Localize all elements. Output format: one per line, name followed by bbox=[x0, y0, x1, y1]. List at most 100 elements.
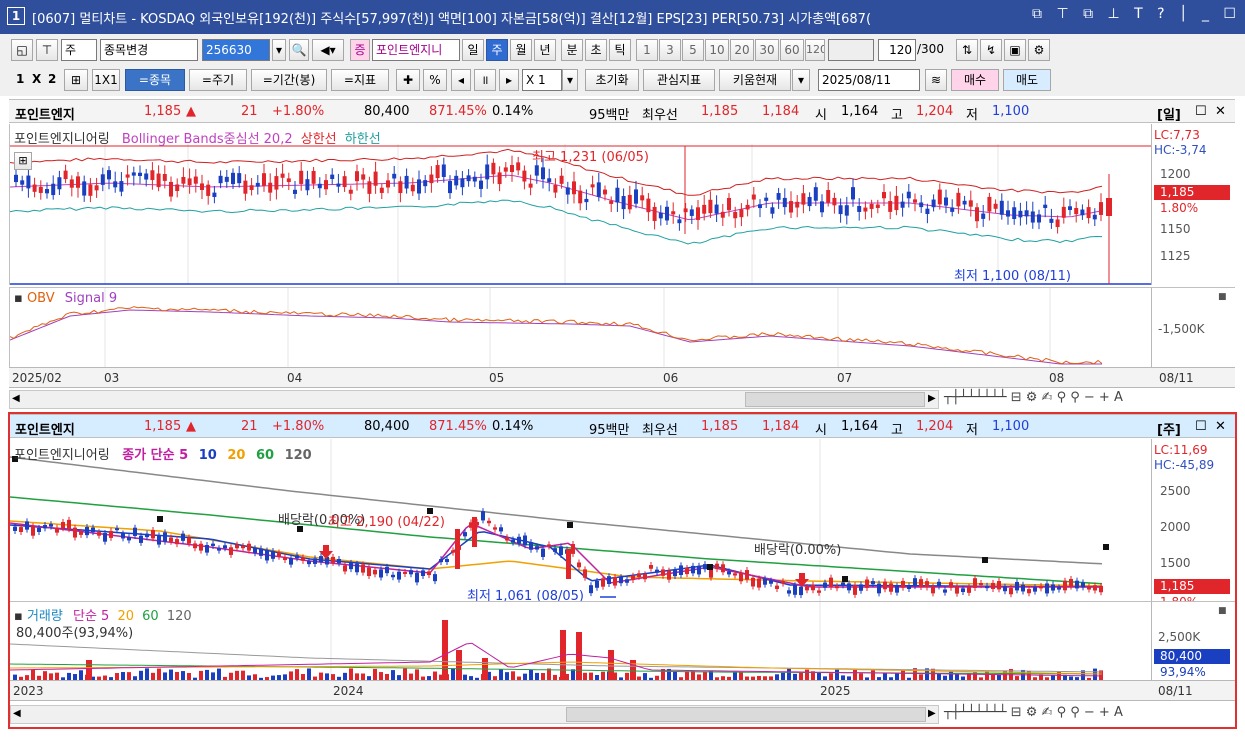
candle-body bbox=[727, 571, 731, 575]
kiwoom-button[interactable]: 키움현재 bbox=[719, 69, 791, 91]
scroll-thumb[interactable] bbox=[745, 392, 925, 407]
stock-sync-button[interactable]: =종목 bbox=[125, 69, 185, 91]
period-minute[interactable]: 분 bbox=[561, 39, 583, 61]
panel1-info-bar: 포인트엔지 1,185 ▲ 21 +1.80% 80,400 871.45% 0… bbox=[9, 99, 1235, 123]
window-controls[interactable]: ⧉ ⊤ ⧉ ⊥ T ? │ _ ☐ ✕ bbox=[1032, 6, 1245, 22]
close-icon[interactable]: ■ bbox=[1218, 292, 1227, 302]
num-5[interactable]: 5 bbox=[682, 39, 704, 61]
period-year[interactable]: 년 bbox=[534, 39, 556, 61]
volume-bar bbox=[535, 672, 539, 680]
sell-button[interactable]: 매도 bbox=[1003, 69, 1051, 91]
period-sync-button[interactable]: =주기 bbox=[189, 69, 247, 91]
calc-icon[interactable]: ≋ bbox=[925, 69, 947, 91]
zoom-tools-1[interactable]: ┬┼┴┴┴┴┴┴ ⊟ ⚙ ✍ ⚲ ⚲ − + A bbox=[944, 390, 1239, 410]
candle-body bbox=[255, 182, 260, 187]
search-icon[interactable]: 🔍 bbox=[289, 39, 309, 61]
candle-body bbox=[1086, 207, 1091, 219]
scroll-right-icon[interactable]: ▶ bbox=[928, 393, 936, 404]
price-chart-2[interactable]: 포인트엔지니어링 종가 단순 5 10 20 60 120 배당락(0.00%)… bbox=[10, 439, 1151, 604]
candle-body bbox=[217, 548, 221, 551]
legend-ma20: 20 bbox=[227, 448, 246, 463]
candle-body bbox=[882, 192, 886, 199]
candle-body bbox=[813, 187, 818, 201]
grid-icon[interactable]: ⊞ bbox=[64, 69, 88, 91]
num-120[interactable]: 120 bbox=[805, 39, 825, 61]
save-icon[interactable]: ▣ bbox=[1004, 39, 1026, 61]
scrollbar-1[interactable]: ◀ ▶ bbox=[9, 390, 939, 409]
percent-button[interactable]: % bbox=[423, 69, 447, 91]
indicator-sync-button[interactable]: =지표 bbox=[331, 69, 389, 91]
close-icon[interactable]: ✕ bbox=[1215, 419, 1226, 434]
pin-icon[interactable]: ⊤ bbox=[36, 39, 58, 61]
pause-icon[interactable]: ॥ bbox=[474, 69, 496, 91]
marker-square bbox=[982, 557, 988, 563]
gear-icon[interactable]: ⚙ bbox=[1028, 39, 1050, 61]
candle-body bbox=[212, 192, 217, 197]
dividend-label: 배당락(0.00%) bbox=[754, 543, 842, 558]
candle-body bbox=[640, 195, 645, 201]
period-month[interactable]: 월 bbox=[510, 39, 532, 61]
num-60[interactable]: 60 bbox=[780, 39, 804, 61]
layout-1[interactable]: 1 bbox=[16, 72, 24, 86]
one-by-one-button[interactable]: 1X1 bbox=[92, 69, 120, 91]
period-week[interactable]: 주 bbox=[486, 39, 508, 61]
period-day[interactable]: 일 bbox=[462, 39, 484, 61]
fav-indicator-button[interactable]: 관심지표 bbox=[643, 69, 715, 91]
candle-body bbox=[1092, 214, 1097, 220]
scroll-right-icon[interactable]: ▶ bbox=[928, 708, 936, 719]
candle-body bbox=[950, 207, 955, 212]
link-icon[interactable]: ◱ bbox=[11, 39, 33, 61]
chevron-down-icon[interactable]: ▾ bbox=[272, 39, 286, 61]
maximize-icon[interactable]: ☐ bbox=[1195, 104, 1207, 119]
maximize-icon[interactable]: ☐ bbox=[1195, 419, 1207, 434]
move-icon[interactable]: ✚ bbox=[396, 69, 420, 91]
toolbar-top: ◱ ⊤ 주 종목변경 256630 ▾ 🔍 ◀▾ 증 포인트엔지니 일 주 월 … bbox=[0, 34, 1245, 64]
chevron-down-icon[interactable]: ▾ bbox=[792, 69, 810, 91]
period-second[interactable]: 초 bbox=[585, 39, 607, 61]
num-1[interactable]: 1 bbox=[636, 39, 658, 61]
candle-body bbox=[421, 570, 425, 577]
count-input[interactable]: 120 bbox=[878, 39, 916, 61]
date-input[interactable]: 2025/08/11 bbox=[818, 69, 920, 91]
next-icon[interactable]: ▸ bbox=[499, 69, 519, 91]
scroll-left-icon[interactable]: ◀ bbox=[13, 708, 21, 719]
volume-chart[interactable]: ▪ 거래량 단순 5 20 60 120 80,400주(93,94%) bbox=[10, 601, 1151, 681]
candle-body bbox=[348, 189, 353, 194]
layout-2[interactable]: 2 bbox=[48, 72, 56, 86]
num-10[interactable]: 10 bbox=[705, 39, 729, 61]
candle-body bbox=[301, 557, 305, 561]
scrollbar-2[interactable]: ◀ ▶ bbox=[10, 705, 939, 724]
close-icon[interactable]: ✕ bbox=[1215, 104, 1226, 119]
scroll-left-icon[interactable]: ◀ bbox=[12, 393, 20, 404]
close-icon[interactable]: ■ bbox=[1218, 606, 1227, 616]
num-30[interactable]: 30 bbox=[755, 39, 779, 61]
candle-body bbox=[871, 581, 875, 585]
chevron-down-icon[interactable]: ▾ bbox=[562, 69, 578, 91]
price-chart-1[interactable]: 포인트엔지니어링 Bollinger Bands중심선 20,2 상한선 하한선… bbox=[9, 124, 1152, 285]
buy-button[interactable]: 매수 bbox=[951, 69, 999, 91]
reset-button[interactable]: 초기화 bbox=[585, 69, 639, 91]
price-scale-1: LC:7,73 HC:-3,74 1200 1150 1125 1,185 1.… bbox=[1151, 124, 1235, 285]
sound-icon[interactable]: ◀▾ bbox=[312, 39, 344, 61]
layout-x[interactable]: X bbox=[32, 72, 41, 86]
scroll-thumb[interactable] bbox=[566, 707, 926, 722]
candle-body bbox=[906, 191, 911, 199]
stock-code-input[interactable]: 256630 bbox=[202, 39, 270, 61]
num-20[interactable]: 20 bbox=[730, 39, 754, 61]
period-tick[interactable]: 틱 bbox=[609, 39, 631, 61]
num-3[interactable]: 3 bbox=[659, 39, 681, 61]
custom-period-select[interactable] bbox=[828, 39, 874, 61]
multiplier-select[interactable]: X 1 bbox=[522, 69, 562, 91]
trend-icon[interactable]: ↯ bbox=[980, 39, 1002, 61]
open-label: 시 bbox=[815, 108, 827, 123]
market-select[interactable]: 주 bbox=[61, 39, 97, 61]
range-sync-button[interactable]: =기간(봉) bbox=[251, 69, 327, 91]
candle-body bbox=[625, 579, 629, 583]
obv-chart[interactable]: ▪ OBV Signal 9 bbox=[9, 287, 1151, 368]
zoom-tools-2[interactable]: ┬┼┴┴┴┴┴┴ ⊟ ⚙ ✍ ⚲ ⚲ − + A bbox=[944, 705, 1236, 725]
compare-icon[interactable]: ⇅ bbox=[956, 39, 978, 61]
prev-icon[interactable]: ◂ bbox=[451, 69, 471, 91]
grid-icon[interactable]: ⊞ bbox=[14, 152, 32, 170]
candle-body bbox=[435, 165, 440, 179]
stock-change-select[interactable]: 종목변경 bbox=[100, 39, 198, 61]
